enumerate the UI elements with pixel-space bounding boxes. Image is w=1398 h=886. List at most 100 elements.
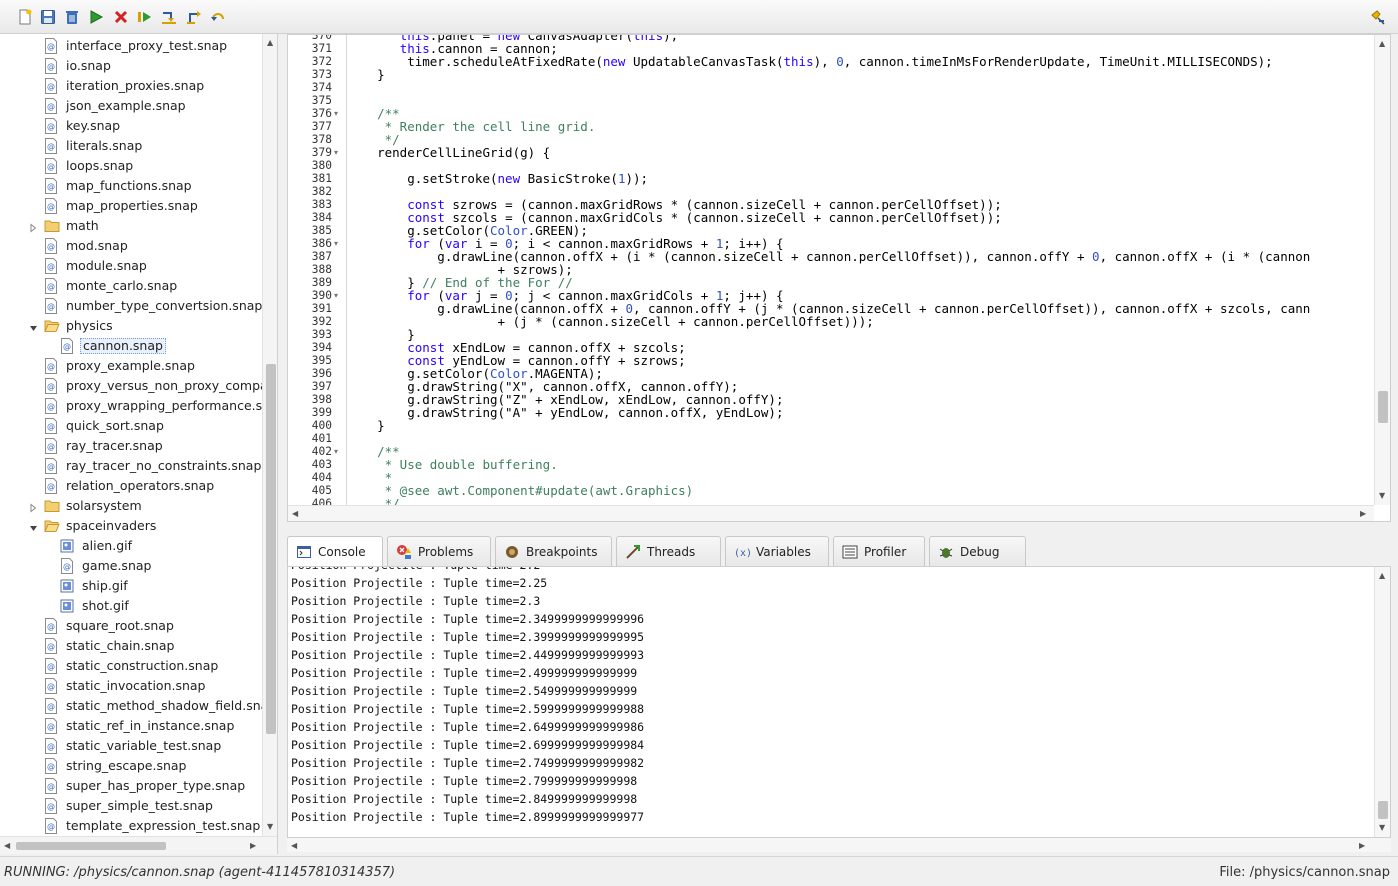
expand-arrow-down-icon[interactable]: [28, 321, 38, 331]
scroll-right-arrow-icon[interactable]: ▶: [1359, 841, 1365, 850]
tree-file[interactable]: @ module.snap: [0, 256, 262, 276]
tree-file[interactable]: @ number_type_convertsion.snap: [0, 296, 262, 316]
expand-arrow-right-icon[interactable]: [28, 221, 38, 233]
image-file-icon: [60, 598, 74, 614]
trash-icon[interactable]: [63, 8, 81, 26]
scroll-left-arrow-icon[interactable]: ◀: [291, 841, 297, 850]
tree-file[interactable]: @ monte_carlo.snap: [0, 276, 262, 296]
fold-toggle-icon[interactable]: ▾: [334, 107, 342, 120]
step-into-icon[interactable]: [160, 8, 178, 26]
tree-file[interactable]: @ loops.snap: [0, 156, 262, 176]
fold-toggle-icon[interactable]: ▾: [334, 237, 342, 250]
tree-file[interactable]: @ static_invocation.snap: [0, 676, 262, 696]
editor-scroll-thumb[interactable]: [1378, 391, 1388, 423]
tab-variables[interactable]: (x) Variables: [725, 536, 829, 566]
fold-toggle-icon[interactable]: ▾: [334, 146, 342, 159]
expand-arrow-down-icon[interactable]: [28, 521, 38, 531]
tree-file[interactable]: @ template_expression_test.snap: [0, 816, 262, 836]
tree-file[interactable]: @ literals.snap: [0, 136, 262, 156]
tree-file[interactable]: @ static_construction.snap: [0, 656, 262, 676]
tree-file[interactable]: @ string_escape.snap: [0, 756, 262, 776]
scroll-left-arrow-icon[interactable]: ◀: [4, 841, 10, 850]
tree-folder[interactable]: math: [0, 216, 262, 236]
tree-file[interactable]: @ map_properties.snap: [0, 196, 262, 216]
tree-file[interactable]: @ key.snap: [0, 116, 262, 136]
tree-file[interactable]: @ relation_operators.snap: [0, 476, 262, 496]
tree-file[interactable]: @ io.snap: [0, 56, 262, 76]
tree-file[interactable]: @ static_ref_in_instance.snap: [0, 716, 262, 736]
tree-file[interactable]: @ json_example.snap: [0, 96, 262, 116]
tree-file[interactable]: @ square_root.snap: [0, 616, 262, 636]
tree-file[interactable]: @ super_simple_test.snap: [0, 796, 262, 816]
sidebar-scroll-thumb[interactable]: [266, 364, 276, 734]
svg-text:@: @: [47, 242, 55, 251]
console-scroll-thumb[interactable]: [1378, 801, 1388, 819]
tree-file[interactable]: @ cannon.snap: [0, 336, 262, 356]
fold-toggle-icon[interactable]: ▾: [334, 289, 342, 302]
scroll-up-arrow-icon[interactable]: ▲: [1379, 39, 1385, 48]
scroll-up-arrow-icon[interactable]: ▲: [267, 38, 273, 47]
editor-vertical-scrollbar[interactable]: ▲ ▼: [1374, 35, 1390, 505]
scroll-down-arrow-icon[interactable]: ▼: [1379, 823, 1385, 832]
new-file-icon[interactable]: [16, 8, 34, 26]
tree-folder[interactable]: solarsystem: [0, 496, 262, 516]
snap-file-icon: @: [44, 358, 58, 374]
sidebar-horizontal-scrollbar[interactable]: ◀ ▶: [0, 836, 277, 854]
tree-file[interactable]: alien.gif: [0, 536, 262, 556]
scroll-down-arrow-icon[interactable]: ▼: [1379, 491, 1385, 500]
tree-file[interactable]: @ proxy_wrapping_performance.sna: [0, 396, 262, 416]
tree-file[interactable]: @ game.snap: [0, 556, 262, 576]
tab-debug[interactable]: Debug: [929, 536, 1026, 566]
fold-toggle-icon[interactable]: ▾: [334, 445, 342, 458]
sidebar-hscroll-thumb[interactable]: [16, 842, 166, 850]
tab-problems[interactable]: Problems: [387, 536, 491, 566]
step-back-icon[interactable]: [209, 8, 227, 26]
console-vertical-scrollbar[interactable]: ▲ ▼: [1374, 567, 1390, 837]
tree-folder[interactable]: spaceinvaders: [0, 516, 262, 536]
tree-file[interactable]: @ iteration_proxies.snap: [0, 76, 262, 96]
tree-file[interactable]: @ mod.snap: [0, 236, 262, 256]
tree-item-label: square_root.snap: [66, 618, 174, 633]
tree-file[interactable]: shot.gif: [0, 596, 262, 616]
tab-profiler[interactable]: Profiler: [833, 536, 925, 566]
tree-file[interactable]: @ super_has_proper_type.snap: [0, 776, 262, 796]
tree-folder[interactable]: physics: [0, 316, 262, 336]
expand-arrow-right-icon[interactable]: [28, 501, 38, 513]
line-number: 375: [311, 94, 332, 107]
tree-file[interactable]: @ static_method_shadow_field.snap: [0, 696, 262, 716]
save-icon[interactable]: [39, 8, 57, 26]
tree-file[interactable]: @ ray_tracer.snap: [0, 436, 262, 456]
step-over-icon[interactable]: [136, 8, 154, 26]
console-horizontal-scrollbar[interactable]: ◀ ▶: [287, 838, 1391, 852]
tab-console[interactable]: Console: [287, 536, 383, 567]
tree-file[interactable]: @ static_variable_test.snap: [0, 736, 262, 756]
tab-threads[interactable]: Threads: [616, 536, 721, 566]
step-return-icon[interactable]: [185, 8, 203, 26]
sidebar-vertical-scrollbar[interactable]: ▲ ▼: [262, 34, 277, 836]
breakpoints-icon: [504, 544, 526, 560]
console-output[interactable]: Position Projectile : Tuple time=2.2 Posi…: [287, 566, 1391, 838]
svg-text:@: @: [47, 782, 55, 791]
code-editor[interactable]: 370 371 372 373 374 375 376 ▾ 377 378 379 ▾ 380 381 38…: [287, 34, 1391, 522]
play-icon[interactable]: [87, 8, 105, 26]
scroll-down-arrow-icon[interactable]: ▼: [267, 822, 273, 831]
scroll-left-arrow-icon[interactable]: ◀: [292, 509, 298, 518]
scroll-up-arrow-icon[interactable]: ▲: [1379, 571, 1385, 580]
scroll-right-arrow-icon[interactable]: ▶: [1360, 509, 1366, 518]
tree-file[interactable]: @ proxy_example.snap: [0, 356, 262, 376]
stop-x-icon[interactable]: [112, 8, 130, 26]
status-bar: RUNNING: /physics/cannon.snap (agent-411…: [0, 856, 1398, 886]
scroll-right-arrow-icon[interactable]: ▶: [250, 841, 256, 850]
tree-file[interactable]: ship.gif: [0, 576, 262, 596]
tree-file[interactable]: @ proxy_versus_non_proxy_compar: [0, 376, 262, 396]
pin-icon[interactable]: [1369, 8, 1387, 26]
tree-file[interactable]: @ ray_tracer_no_constraints.snap: [0, 456, 262, 476]
tree-file[interactable]: @ interface_proxy_test.snap: [0, 36, 262, 56]
code-area[interactable]: this.panel = new CanvasAdapter(this); th…: [346, 35, 1372, 505]
tree-file[interactable]: @ static_chain.snap: [0, 636, 262, 656]
svg-text:@: @: [47, 762, 55, 771]
tree-file[interactable]: @ quick_sort.snap: [0, 416, 262, 436]
tree-file[interactable]: @ map_functions.snap: [0, 176, 262, 196]
editor-horizontal-scrollbar[interactable]: ◀ ▶: [288, 505, 1374, 521]
tab-breakpoints[interactable]: Breakpoints: [495, 536, 612, 566]
